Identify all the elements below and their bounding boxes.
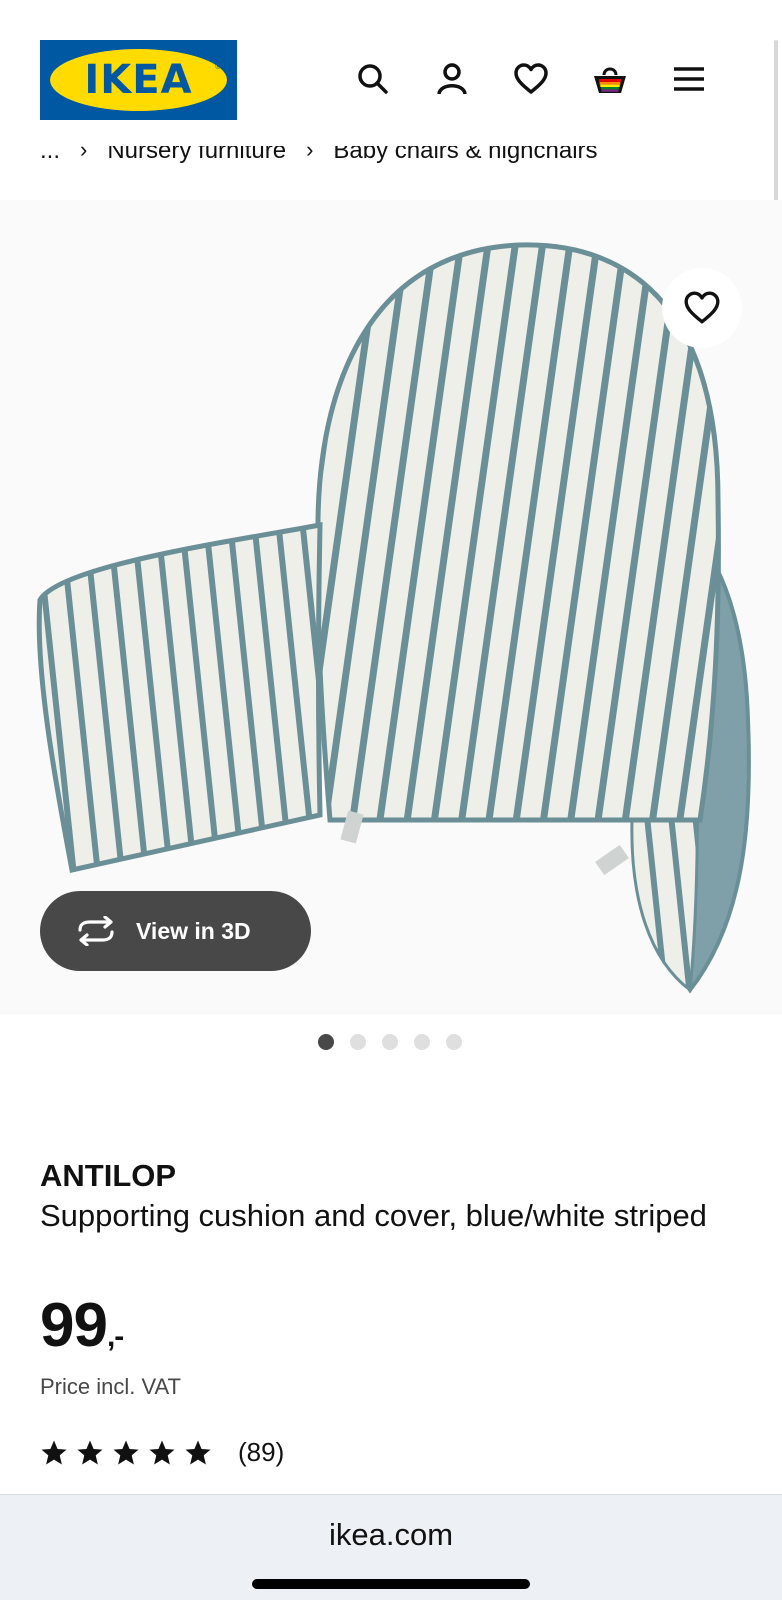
account-icon[interactable] (431, 58, 473, 100)
search-icon[interactable] (352, 58, 394, 100)
browser-url-bar[interactable]: ikea.com (0, 1494, 782, 1600)
chevron-right-icon: › (80, 146, 88, 162)
gallery-dot-3[interactable] (382, 1034, 398, 1050)
heart-icon (684, 291, 720, 324)
add-to-favourites-button[interactable] (662, 268, 742, 348)
breadcrumb-ellipsis[interactable]: ... (40, 146, 60, 165)
gallery-dot-2[interactable] (350, 1034, 366, 1050)
product-price: 99,- (40, 1290, 124, 1361)
star-icon (184, 1439, 212, 1467)
menu-icon[interactable] (668, 58, 710, 100)
star-icon (76, 1439, 104, 1467)
view-in-3d-label: View in 3D (136, 917, 251, 944)
shopping-bag-icon[interactable] (589, 58, 631, 100)
price-vat-note: Price incl. VAT (40, 1374, 181, 1399)
breadcrumb: ... › Nursery furniture › Baby chairs & … (40, 146, 598, 176)
star-icon (148, 1439, 176, 1467)
rotate-3d-icon (78, 916, 114, 946)
star-icon (112, 1439, 140, 1467)
site-header: IKEA ® (0, 0, 782, 150)
page-scrollbar[interactable] (774, 40, 778, 220)
view-in-3d-button[interactable]: View in 3D (40, 891, 311, 971)
gallery-pagination (318, 1034, 462, 1050)
home-indicator[interactable] (252, 1579, 530, 1589)
breadcrumb-nursery-furniture[interactable]: Nursery furniture (107, 146, 286, 165)
price-suffix: ,- (106, 1320, 124, 1353)
url-text[interactable]: ikea.com (0, 1517, 782, 1553)
star-icon (40, 1439, 68, 1467)
ikea-logo[interactable]: IKEA ® (40, 40, 237, 120)
gallery-dot-5[interactable] (446, 1034, 462, 1050)
registered-mark-icon: ® (215, 62, 221, 71)
product-rating[interactable]: (89) (40, 1437, 284, 1468)
gallery-dot-4[interactable] (414, 1034, 430, 1050)
chevron-right-icon: › (306, 146, 314, 162)
gallery-dot-1[interactable] (318, 1034, 334, 1050)
favourites-icon[interactable] (510, 58, 552, 100)
product-name: ANTILOP (40, 1158, 177, 1193)
breadcrumb-baby-chairs[interactable]: Baby chairs & highchairs (333, 146, 597, 165)
product-description: Supporting cushion and cover, blue/white… (40, 1198, 707, 1233)
price-main: 99 (40, 1291, 108, 1360)
logo-text: IKEA (84, 57, 193, 103)
review-count: (89) (238, 1437, 285, 1467)
